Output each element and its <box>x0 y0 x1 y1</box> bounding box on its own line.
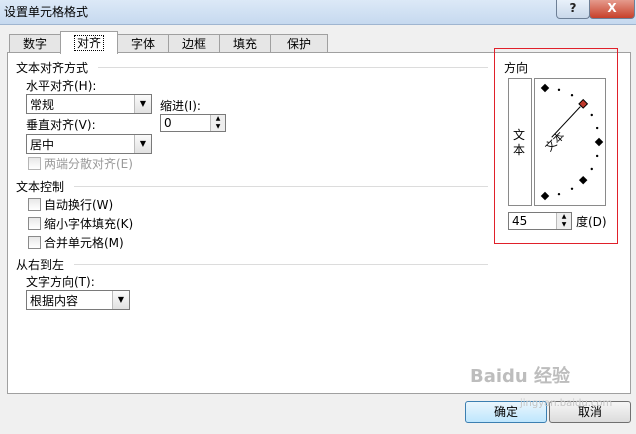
section-divider <box>74 264 488 265</box>
window-title: 设置单元格格式 <box>4 5 89 19</box>
tab-label: 保护 <box>286 37 311 51</box>
wrap-text-checkbox[interactable] <box>28 198 41 211</box>
indent-value: 0 <box>164 116 172 130</box>
tab-protection[interactable]: 保护 <box>270 34 328 53</box>
shrink-to-fit-label: 缩小字体填充(K) <box>44 217 134 231</box>
text-direction-label: 文字方向(T): <box>26 275 95 289</box>
tab-alignment[interactable]: 对齐 <box>60 31 118 54</box>
tab-label: 字体 <box>130 37 155 51</box>
tab-border[interactable]: 边框 <box>168 34 220 53</box>
tab-fill[interactable]: 填充 <box>219 34 271 53</box>
section-title-alignment: 文本对齐方式 <box>16 61 89 75</box>
tab-label: 数字 <box>22 37 47 51</box>
indent-stepper[interactable]: 0 ▲ ▼ <box>160 114 226 132</box>
tab-label: 边框 <box>181 37 206 51</box>
text-direction-value: 根据内容 <box>30 294 79 308</box>
tab-font[interactable]: 字体 <box>117 34 169 53</box>
close-button[interactable]: X <box>589 0 635 19</box>
watermark-url: jingyan.baidu.com <box>520 398 613 409</box>
tab-number[interactable]: 数字 <box>9 34 61 53</box>
vertical-align-label: 垂直对齐(V): <box>26 118 96 132</box>
distributed-checkbox[interactable] <box>28 157 41 170</box>
vertical-align-select[interactable]: 居中 ▼ <box>26 134 152 154</box>
section-title-rtl: 从右到左 <box>16 258 65 272</box>
spin-down-icon[interactable]: ▼ <box>210 123 225 131</box>
title-bar <box>0 0 636 25</box>
section-title-text-control: 文本控制 <box>16 180 65 194</box>
vertical-align-value: 居中 <box>30 138 55 152</box>
tab-label: 填充 <box>232 37 257 51</box>
horizontal-align-select[interactable]: 常规 ▼ <box>26 94 152 114</box>
wrap-text-label: 自动换行(W) <box>44 198 114 212</box>
watermark-logo: Baidu 经验 <box>470 366 571 387</box>
chevron-down-icon[interactable]: ▼ <box>134 95 151 113</box>
indent-label: 缩进(I): <box>160 99 201 113</box>
chevron-down-icon[interactable]: ▼ <box>112 291 129 309</box>
shrink-to-fit-checkbox[interactable] <box>28 217 41 230</box>
section-divider <box>98 67 488 68</box>
help-button[interactable]: ? <box>556 0 590 19</box>
tab-label: 对齐 <box>73 35 104 51</box>
merge-cells-label: 合并单元格(M) <box>44 236 124 250</box>
text-direction-select[interactable]: 根据内容 ▼ <box>26 290 130 310</box>
horizontal-align-label: 水平对齐(H): <box>26 79 97 93</box>
merge-cells-checkbox[interactable] <box>28 236 41 249</box>
horizontal-align-value: 常规 <box>30 98 55 112</box>
chevron-down-icon[interactable]: ▼ <box>134 135 151 153</box>
section-divider <box>74 186 488 187</box>
highlight-box <box>494 48 618 244</box>
distributed-label: 两端分散对齐(E) <box>44 157 133 171</box>
